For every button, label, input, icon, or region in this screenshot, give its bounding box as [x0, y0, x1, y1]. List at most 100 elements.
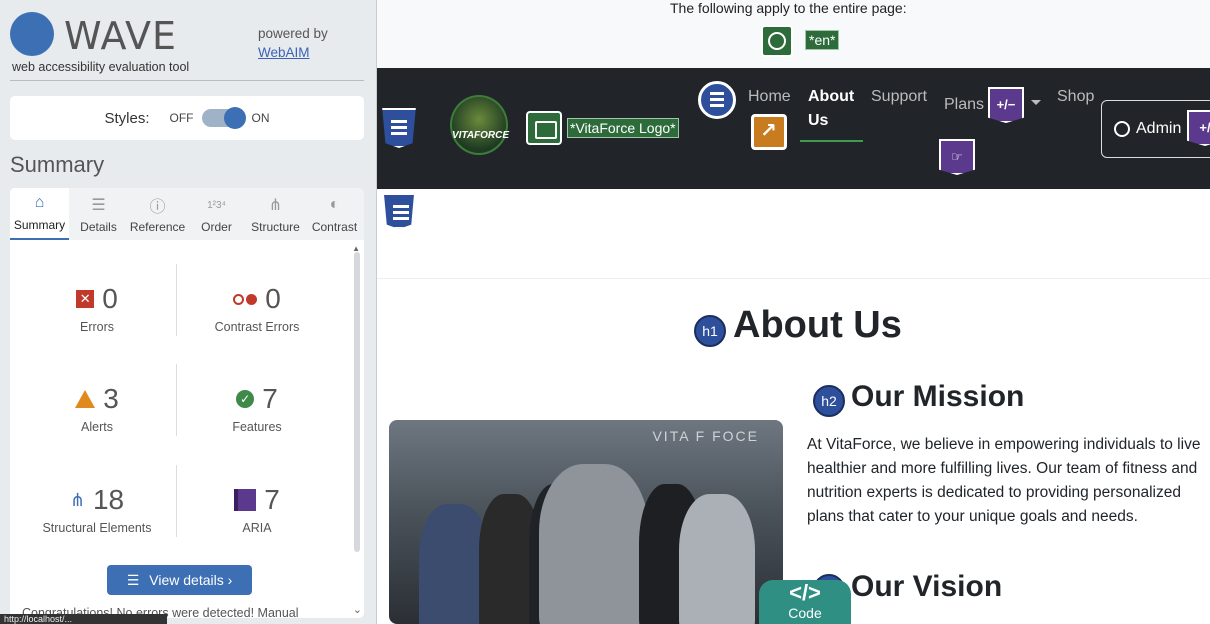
- person: [539, 464, 649, 624]
- features-label: Features: [232, 420, 282, 434]
- h1-badge-icon[interactable]: h1: [694, 315, 726, 347]
- site-navbar: VITAFORCE *VitaForce Logo* Home About Us…: [377, 68, 1210, 189]
- person: [679, 494, 755, 624]
- wave-sidebar: WAVE web accessibility evaluation tool p…: [0, 0, 377, 624]
- aria-expanded-icon[interactable]: +/: [1187, 110, 1210, 146]
- structure-header-icon[interactable]: [382, 108, 416, 148]
- mission-heading: Our Mission: [851, 380, 1025, 413]
- user-icon: [1114, 121, 1130, 137]
- photo-wall-text: VITA F FOCE: [652, 428, 759, 444]
- vitaforce-logo[interactable]: VITAFORCE: [450, 95, 510, 155]
- structure-icon: ⋔: [268, 197, 283, 214]
- nav-home[interactable]: Home: [748, 88, 791, 106]
- aria-stat[interactable]: 7 ARIA: [174, 483, 340, 535]
- errors-label: Errors: [79, 320, 115, 334]
- structural-stat[interactable]: ⋔ 18 Structural Elements: [14, 483, 180, 535]
- status-url-chip: http://localhost/...: [0, 614, 167, 624]
- view-details-label: View details ›: [149, 572, 233, 588]
- styles-toggle-box: Styles: OFF ON: [10, 96, 364, 140]
- wave-subtitle: web accessibility evaluation tool: [12, 60, 190, 74]
- tab-label: Structure: [251, 220, 300, 234]
- tab-details[interactable]: ☰ Details: [69, 188, 128, 240]
- evaluated-page: The following apply to the entire page: …: [377, 0, 1210, 624]
- styles-on-label: ON: [251, 111, 270, 125]
- mission-text: At VitaForce, we believe in empowering i…: [807, 436, 1201, 525]
- styles-label: Styles:: [104, 109, 150, 127]
- wave-title: WAVE: [64, 14, 178, 58]
- alerts-stat[interactable]: 3 Alerts: [14, 382, 180, 434]
- wave-logo-icon: [10, 12, 54, 56]
- structure-main-icon[interactable]: [383, 193, 415, 229]
- tab-structure[interactable]: ⋔ Structure: [246, 188, 305, 240]
- toggle-knob: [223, 107, 246, 129]
- divider: [10, 80, 364, 81]
- feature-check-icon: ✓: [236, 390, 255, 408]
- contrast-error-icon: [233, 293, 258, 305]
- chevron-down-icon: [1031, 100, 1041, 105]
- tab-order[interactable]: 1²3⁴ Order: [187, 188, 246, 240]
- language-globe-icon[interactable]: [761, 25, 793, 57]
- page-level-text: The following apply to the entire page:: [670, 0, 907, 16]
- contrast-errors-stat[interactable]: 0 Contrast Errors: [174, 282, 340, 334]
- code-label: Code: [788, 605, 822, 621]
- summary-title: Summary: [10, 152, 105, 177]
- features-count: 7: [262, 383, 278, 414]
- features-stat[interactable]: ✓ 7 Features: [174, 382, 340, 434]
- tab-contrast[interactable]: ◐ Contrast: [305, 188, 364, 240]
- panel-tabs: ⌂ Summary ☰ Details ⓘ Reference 1²3⁴ Ord…: [10, 188, 364, 240]
- linked-image-feature-icon[interactable]: [526, 111, 562, 145]
- panel-scrollbar[interactable]: [354, 252, 360, 552]
- header-spacer: [377, 189, 1210, 279]
- team-photo: VITA F FOCE: [389, 420, 783, 624]
- unordered-list-icon[interactable]: [698, 81, 736, 119]
- list-icon: ☰: [91, 197, 106, 214]
- scroll-down-arrow[interactable]: ⌄: [353, 603, 362, 616]
- errors-count: 0: [102, 283, 118, 314]
- language-tag: *en*: [805, 30, 840, 50]
- nav-about-line1: About: [808, 88, 855, 105]
- contrast-errors-label: Contrast Errors: [214, 320, 300, 334]
- home-icon: ⌂: [34, 194, 45, 211]
- alerts-label: Alerts: [81, 420, 113, 434]
- page-level-bar: The following apply to the entire page: …: [377, 0, 1210, 68]
- nav-plans[interactable]: Plans: [944, 96, 984, 114]
- nav-shop[interactable]: Shop: [1057, 88, 1094, 106]
- structural-count: 18: [92, 484, 125, 515]
- order-icon: 1²3⁴: [207, 199, 226, 211]
- aria-icon: [234, 489, 257, 511]
- code-toggle-button[interactable]: </> Code: [759, 580, 851, 624]
- alert-icon: [75, 390, 96, 408]
- nav-about-line2: Us: [808, 112, 829, 129]
- powered-by-label: powered by: [258, 26, 328, 41]
- error-icon: ✕: [76, 290, 95, 308]
- styles-toggle[interactable]: [201, 107, 246, 129]
- vision-heading: Our Vision: [851, 570, 1003, 603]
- logo-text: VITAFORCE: [452, 130, 510, 141]
- tab-summary[interactable]: ⌂ Summary: [10, 188, 69, 240]
- tab-label: Details: [80, 220, 117, 234]
- contrast-icon: ◐: [329, 196, 340, 213]
- tab-label: Reference: [129, 220, 186, 234]
- tab-label: Summary: [13, 218, 66, 232]
- styles-off-label: OFF: [169, 111, 194, 125]
- webaim-link[interactable]: WebAIM: [258, 45, 310, 60]
- aria-count: 7: [264, 484, 280, 515]
- active-nav-underline: [800, 140, 863, 142]
- nav-support[interactable]: Support: [871, 88, 927, 106]
- nav-about[interactable]: About Us: [808, 85, 854, 133]
- tab-label: Order: [201, 220, 232, 234]
- admin-label: Admin: [1136, 120, 1182, 137]
- tab-label: Contrast: [311, 220, 358, 234]
- errors-stat[interactable]: ✕ 0 Errors: [14, 282, 180, 334]
- about-heading: About Us: [733, 304, 902, 346]
- h2-badge-icon[interactable]: h2: [813, 385, 845, 417]
- view-details-button[interactable]: ☰ View details ›: [107, 565, 252, 595]
- tab-reference[interactable]: ⓘ Reference: [128, 188, 187, 240]
- aria-popup-icon[interactable]: ☞: [939, 139, 975, 175]
- list-icon: ☰: [126, 571, 140, 588]
- info-icon: ⓘ: [149, 199, 166, 216]
- contrast-errors-count: 0: [265, 283, 281, 314]
- redundant-link-alert-icon[interactable]: [751, 114, 787, 150]
- code-icon: </>: [789, 580, 821, 605]
- aria-expanded-icon[interactable]: +/−: [988, 87, 1024, 123]
